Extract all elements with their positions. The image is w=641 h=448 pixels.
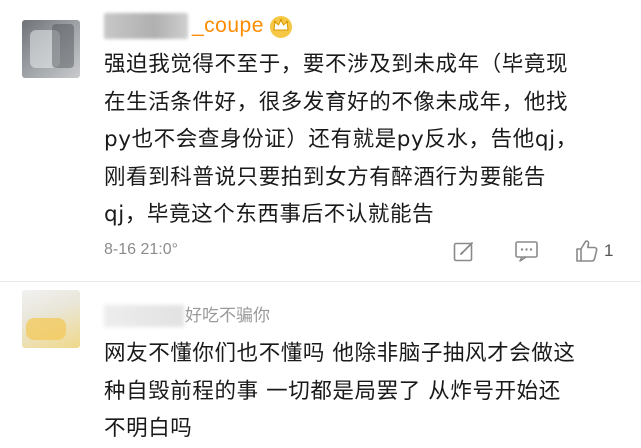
comment-item: _coupe 强迫我觉得不至于，要不涉及到未成年（毕竟现 在生活条件好，很多发育好… xyxy=(0,0,641,282)
comment-text: 强迫我觉得不至于，要不涉及到未成年（毕竟现 在生活条件好，很多发育好的不像未成年，… xyxy=(104,46,626,234)
comment-item: 好吃不骗你 网友不懂你们也不懂吗 他除非脑子抽风才会做这 种自毁前程的事 一切都是… xyxy=(0,283,641,441)
comment-line: qj，毕竟这个东西事后不认就能告 xyxy=(104,202,435,227)
repost-button[interactable] xyxy=(452,238,476,264)
timestamp: 8-16 21:0° xyxy=(104,241,179,258)
like-count: 1 xyxy=(604,241,614,260)
comment-line: 网友不懂你们也不懂吗 他除非脑子抽风才会做这 xyxy=(104,341,576,366)
divider xyxy=(0,281,641,282)
username-redacted xyxy=(104,13,188,39)
avatar[interactable] xyxy=(22,290,80,348)
comment-icon xyxy=(515,241,538,262)
like-button[interactable]: 1 xyxy=(574,238,613,264)
comment-line: 种自毁前程的事 一切都是局罢了 从炸号开始还 xyxy=(104,378,561,404)
comment-line: 刚看到科普说只要拍到女方有醉酒行为要能告 xyxy=(104,164,547,190)
comment-line: py也不会查身份证）还有就是py反水，告他qj， xyxy=(104,127,578,152)
comment-text: 网友不懂你们也不懂吗 他除非脑子抽风才会做这 种自毁前程的事 一切都是局罢了 从炸… xyxy=(104,335,626,448)
thumbs-up-icon xyxy=(576,240,598,262)
comment-header: _coupe xyxy=(104,6,294,46)
reply-button[interactable] xyxy=(514,238,540,264)
username[interactable]: _coupe xyxy=(192,14,264,38)
crown-icon xyxy=(269,16,292,38)
username-redacted xyxy=(104,305,184,327)
comment-line: 在生活条件好，很多发育好的不像未成年，他找 xyxy=(104,89,569,115)
edit-icon xyxy=(453,242,473,262)
comment-line: 不明白吗 xyxy=(104,416,193,441)
username[interactable]: 好吃不骗你 xyxy=(185,301,270,326)
comment-line: 强迫我觉得不至于，要不涉及到未成年（毕竟现 xyxy=(104,52,569,77)
avatar[interactable] xyxy=(22,20,80,78)
